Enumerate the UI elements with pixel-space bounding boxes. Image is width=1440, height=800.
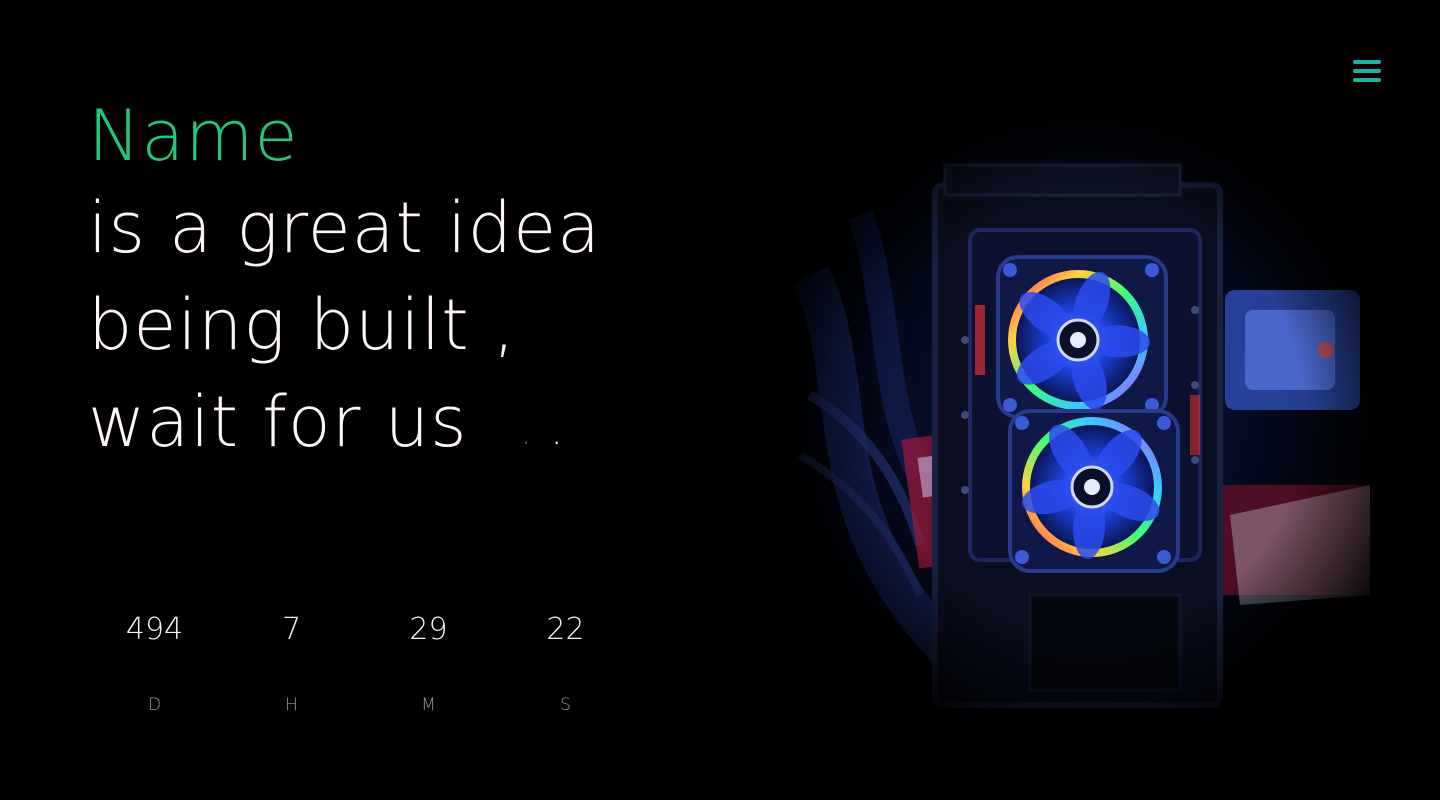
hero-image	[770, 95, 1390, 735]
typing-indicator: ..	[520, 383, 581, 480]
countdown-days: 494 D	[86, 610, 223, 716]
tagline-line-3: wait for us..	[88, 374, 748, 480]
menu-button[interactable]	[1350, 58, 1384, 86]
tagline-line-1: is a great idea	[88, 187, 602, 269]
countdown-days-value: 494	[125, 612, 184, 647]
hamburger-icon-bar	[1353, 78, 1381, 82]
countdown-seconds-value: 22	[546, 612, 585, 647]
countdown-hours-value: 7	[281, 612, 302, 647]
typing-dot: .	[550, 408, 582, 454]
countdown-minutes-label: M	[421, 695, 436, 715]
typing-dot: .	[519, 408, 551, 454]
countdown-hours-label: H	[285, 695, 298, 715]
countdown-hours: 7 H	[223, 610, 360, 716]
countdown-days-label: D	[147, 695, 162, 715]
tagline-line-3-text: wait for us	[88, 381, 468, 463]
hero-headline: Name is a great idea being built , wait …	[88, 92, 748, 480]
countdown-minutes-value: 29	[409, 612, 448, 647]
pc-case-illustration	[770, 95, 1390, 735]
countdown-timer: 494 D 7 H 29 M 22 S	[86, 610, 634, 716]
countdown-minutes: 29 M	[360, 610, 497, 716]
tagline-line-2: being built ,	[88, 284, 517, 366]
brand-name: Name	[88, 95, 299, 177]
countdown-seconds: 22 S	[497, 610, 634, 716]
hamburger-icon	[1353, 60, 1381, 64]
countdown-seconds-label: S	[560, 695, 571, 715]
hamburger-icon-bar	[1353, 69, 1381, 73]
